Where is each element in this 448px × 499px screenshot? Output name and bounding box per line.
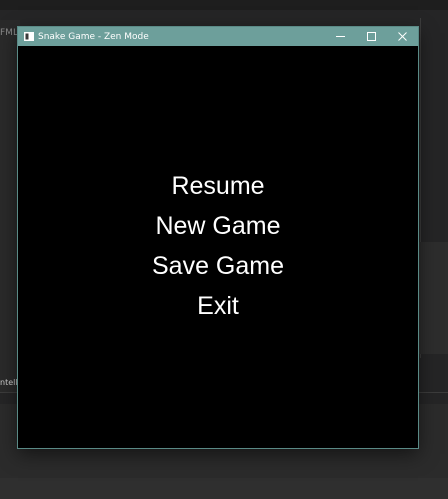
close-icon: [398, 28, 407, 46]
background-top-strip: [0, 0, 448, 10]
new-game-menu-item[interactable]: New Game: [155, 206, 280, 246]
minimize-button[interactable]: [325, 27, 356, 46]
pause-menu: Resume New Game Save Game Exit: [18, 166, 418, 326]
save-game-menu-item[interactable]: Save Game: [152, 246, 284, 286]
window-titlebar[interactable]: Snake Game - Zen Mode: [18, 27, 418, 46]
resume-menu-item[interactable]: Resume: [171, 166, 264, 206]
background-cutoff-text: ntell: [0, 378, 18, 387]
window-controls: [325, 27, 418, 46]
game-window: Snake Game - Zen Mode Resume New Game Sa…: [18, 27, 418, 448]
background-taskbar: [0, 478, 448, 499]
game-canvas[interactable]: Resume New Game Save Game Exit: [18, 46, 418, 448]
minimize-icon: [336, 28, 345, 46]
exit-menu-item[interactable]: Exit: [197, 286, 239, 326]
background-fragment-label: FML: [0, 28, 18, 38]
maximize-button[interactable]: [356, 27, 387, 46]
close-button[interactable]: [387, 27, 418, 46]
window-title: Snake Game - Zen Mode: [38, 31, 149, 42]
background-left-panel: [0, 20, 20, 392]
background-right-panel: [418, 242, 448, 354]
maximize-icon: [367, 28, 376, 46]
window-app-icon: [23, 31, 34, 42]
